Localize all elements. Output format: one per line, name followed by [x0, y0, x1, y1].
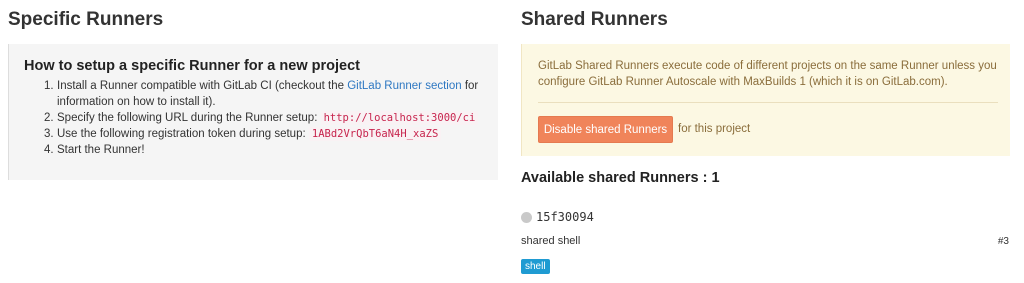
runner-tag-badge: shell [521, 259, 550, 274]
shared-runners-title: Shared Runners [521, 9, 668, 30]
setup-steps-list: 1. Install a Runner compatible with GitLa… [44, 78, 484, 158]
step-number: 1. [44, 80, 54, 92]
available-shared-runners-title: Available shared Runners : 1 [521, 170, 720, 186]
runner-status-icon [521, 212, 532, 223]
step-number: 3. [44, 128, 54, 140]
disable-shared-runners-button[interactable]: Disable shared Runners [538, 116, 673, 143]
runner-id: #3 [997, 236, 1009, 247]
shared-runners-info-text: GitLab Shared Runners execute code of di… [538, 58, 998, 90]
step-1-text: Install a Runner compatible with GitLab … [57, 80, 348, 92]
step-2-text: Specify the following URL during the Run… [57, 112, 321, 124]
runner-token: 15f30094 [536, 210, 594, 224]
gitlab-runner-section-link[interactable]: GitLab Runner section [347, 80, 461, 92]
setup-step-1: 1. Install a Runner compatible with GitLa… [44, 78, 484, 110]
specific-runners-title: Specific Runners [8, 9, 164, 30]
info-divider [538, 102, 998, 103]
step-4-text: Start the Runner! [57, 144, 145, 156]
runner-description: shared shell [521, 235, 581, 247]
setup-title: How to setup a specific Runner for a new… [24, 58, 360, 74]
setup-step-3: 3. Use the following registration token d… [44, 126, 484, 142]
info-line-2: configure GitLab Runner Autoscale with M… [538, 76, 948, 88]
step-3-text: Use the following registration token dur… [57, 128, 309, 140]
shared-runners-info-box: GitLab Shared Runners execute code of di… [521, 44, 1010, 156]
setup-step-4: 4. Start the Runner! [44, 142, 484, 158]
ci-url-code: http://localhost:3000/ci [320, 111, 479, 125]
step-number: 2. [44, 112, 54, 124]
setup-instructions-box: How to setup a specific Runner for a new… [8, 44, 498, 180]
setup-step-2: 2. Specify the following URL during the R… [44, 110, 484, 126]
button-suffix-text: for this project [678, 123, 751, 135]
step-1-continuation: information on how to install it). [57, 96, 216, 108]
step-number: 4. [44, 144, 54, 156]
registration-token-code: 1ABd2VrQbT6aN4H_xaZS [308, 127, 442, 141]
step-1-text-suffix: for [461, 80, 479, 92]
info-line-1: GitLab Shared Runners execute code of di… [538, 60, 997, 72]
